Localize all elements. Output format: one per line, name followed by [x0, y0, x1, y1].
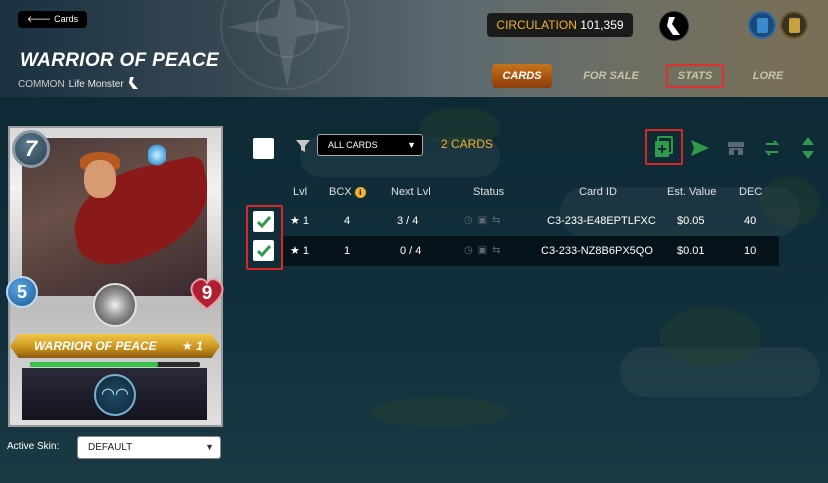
- rarity-label: COMMON: [18, 79, 65, 90]
- row-next-lvl: 0 / 4: [400, 245, 422, 257]
- row-dec: 10: [744, 245, 757, 257]
- send-icon[interactable]: [691, 140, 711, 162]
- row-bcx: 4: [344, 215, 351, 227]
- row-status-icons: ◷▣⇆: [464, 215, 506, 226]
- table-row[interactable]: ★ 1 4 3 / 4 ◷▣⇆ C3-233-E48EPTLFXC $0.05 …: [283, 206, 779, 236]
- card-filter-value: ALL CARDS: [328, 140, 378, 150]
- row-status-icons: ◷▣⇆: [464, 245, 506, 256]
- market-icon[interactable]: [728, 140, 748, 162]
- active-skin-select[interactable]: DEFAULT ▼: [77, 436, 221, 459]
- row-card-id: C3-233-E48EPTLFXC: [547, 215, 656, 227]
- tab-for-sale[interactable]: FOR SALE: [578, 64, 644, 88]
- column-header-bcx-label: BCX: [329, 186, 352, 198]
- gold-deck-icon[interactable]: [780, 11, 808, 39]
- active-skin-value: DEFAULT: [88, 442, 133, 453]
- tab-cards[interactable]: CARDS: [492, 64, 552, 88]
- back-to-cards-button[interactable]: 🡐 Cards: [18, 11, 88, 28]
- ability-icon: ◠◠: [94, 374, 136, 416]
- card-subtitle: COMMON Life Monster: [18, 77, 139, 92]
- row-lvl: ★ 1: [290, 215, 310, 227]
- select-all-checkbox[interactable]: [253, 138, 274, 159]
- row-checkbox[interactable]: [253, 211, 274, 232]
- health-stat: 9: [188, 277, 226, 311]
- column-header-dec: DEC: [739, 186, 763, 198]
- column-header-status: Status: [473, 186, 505, 198]
- xp-progress-bar: [30, 362, 200, 367]
- attack-medal-icon: [93, 283, 137, 327]
- card-filter-select[interactable]: ALL CARDS ▼: [317, 134, 423, 156]
- tab-lore[interactable]: LORE: [742, 64, 794, 88]
- splinterlands-logo-icon[interactable]: [659, 11, 689, 41]
- circulation-badge: CIRCULATION 101,359: [487, 13, 633, 37]
- row-est-value: $0.01: [677, 245, 705, 257]
- column-header-bcx: BCX i: [329, 186, 366, 198]
- card-level: ★ 1: [182, 339, 203, 353]
- card-type-label: Life Monster: [68, 79, 124, 90]
- column-header-next-lvl: Next Lvl: [391, 186, 431, 198]
- table-row[interactable]: ★ 1 1 0 / 4 ◷▣⇆ C3-233-NZ8B6PX5QO $0.01 …: [283, 236, 779, 266]
- circulation-label: CIRCULATION: [496, 18, 577, 32]
- row-lvl: ★ 1: [290, 245, 310, 257]
- arrow-left-icon: 🡐: [27, 14, 52, 24]
- row-next-lvl: 3 / 4: [397, 215, 419, 227]
- splinterlands-logo-icon: [128, 77, 139, 92]
- tab-stats[interactable]: STATS: [666, 64, 724, 88]
- speed-stat: 5: [6, 276, 38, 308]
- sort-icon[interactable]: [802, 137, 822, 159]
- compass-decoration: [220, 0, 350, 90]
- page-header: 🡐 Cards WARRIOR OF PEACE COMMON Life Mon…: [0, 0, 828, 97]
- card-name: WARRIOR OF PEACE: [34, 339, 157, 353]
- page-title: WARRIOR OF PEACE: [20, 50, 220, 71]
- chevron-down-icon: ▼: [205, 442, 214, 452]
- combine-icon[interactable]: [654, 136, 674, 158]
- health-value: 9: [201, 283, 213, 304]
- checkmark-icon: [256, 215, 271, 228]
- card-artwork: [22, 138, 207, 296]
- column-header-lvl: Lvl: [293, 186, 308, 198]
- transfer-icon[interactable]: [764, 138, 784, 160]
- blue-deck-icon[interactable]: [748, 11, 776, 39]
- cards-count: 2 CARDS: [441, 137, 494, 151]
- row-bcx: 1: [344, 245, 351, 257]
- row-checkbox[interactable]: [253, 240, 274, 261]
- column-header-est-value: Est. Value: [667, 186, 717, 198]
- mana-cost-badge: 7: [12, 130, 50, 168]
- circulation-value: 101,359: [580, 18, 624, 32]
- row-dec: 40: [744, 215, 757, 227]
- row-card-id: C3-233-NZ8B6PX5QO: [541, 245, 653, 257]
- active-skin-label: Active Skin:: [7, 441, 60, 452]
- column-header-card-id: Card ID: [579, 186, 617, 198]
- back-button-label: Cards: [54, 14, 79, 24]
- info-icon[interactable]: i: [354, 187, 366, 198]
- filter-icon[interactable]: [296, 139, 310, 158]
- xp-progress-fill: [30, 362, 158, 367]
- chevron-down-icon: ▼: [407, 140, 416, 150]
- checkmark-icon: [256, 244, 271, 257]
- row-est-value: $0.05: [677, 215, 705, 227]
- card-name-banner: WARRIOR OF PEACE ★ 1: [10, 334, 220, 358]
